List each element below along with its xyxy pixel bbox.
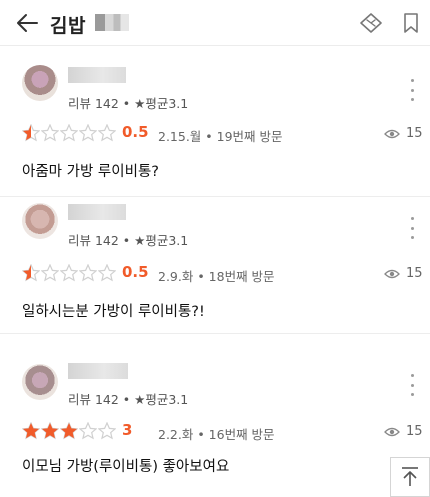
visit-info: 2.2.화 • 16번째 방문 (158, 427, 275, 442)
back-button[interactable] (12, 8, 42, 38)
star-rating (22, 124, 116, 142)
view-count-value: 15 (406, 126, 423, 141)
review-item: 리뷰 142 • ★평균3.1 0.5 2.15.월 • 19번째 방문 15 … (0, 47, 430, 197)
top-bar: 김밥 (0, 0, 430, 46)
star-icon (60, 264, 78, 282)
avatar[interactable] (22, 203, 58, 239)
eye-icon (384, 129, 400, 138)
view-count: 15 (384, 266, 423, 281)
user-meta: 리뷰 142 • ★평균3.1 (68, 233, 189, 248)
review-item: 리뷰 142 • ★평균3.1 0.5 2.9.화 • 18번째 방문 15 일… (0, 184, 430, 334)
bookmark-button[interactable] (400, 11, 422, 35)
star-icon (98, 264, 116, 282)
eye-icon (384, 427, 400, 436)
star-icon (22, 422, 40, 440)
review-text: 이모님 가방(루이비통) 좋아보여요 (22, 459, 230, 475)
rating-score: 0.5 (122, 263, 149, 281)
review-text: 일하시는분 가방이 루이비통?! (22, 304, 205, 320)
more-options-button[interactable] (405, 79, 419, 101)
rating-score: 0.5 (122, 123, 149, 141)
review-text: 아줌마 가방 루이비통? (22, 164, 159, 180)
more-options-button[interactable] (405, 374, 419, 396)
visit-info: 2.9.화 • 18번째 방문 (158, 269, 275, 284)
more-icon (410, 217, 414, 220)
eye-icon (384, 269, 400, 278)
user-meta: 리뷰 142 • ★평균3.1 (68, 392, 189, 407)
star-icon (41, 124, 59, 142)
avatar[interactable] (22, 65, 58, 101)
tag-icon (360, 13, 382, 33)
avatar[interactable] (22, 364, 58, 400)
visit-info: 2.15.월 • 19번째 방문 (158, 129, 283, 144)
view-count-value: 15 (406, 266, 423, 281)
scroll-to-top-button[interactable] (390, 457, 430, 497)
star-icon (60, 422, 78, 440)
star-icon (22, 264, 40, 282)
blurred-username (68, 204, 126, 220)
tag-button[interactable] (358, 11, 384, 35)
star-icon (22, 124, 40, 142)
star-icon (60, 124, 78, 142)
more-icon (410, 79, 414, 82)
review-item: 리뷰 142 • ★평균3.1 3 2.2.화 • 16번째 방문 15 이모님… (0, 345, 430, 485)
star-icon (79, 124, 97, 142)
back-arrow-icon (17, 14, 38, 32)
user-meta: 리뷰 142 • ★평균3.1 (68, 96, 189, 111)
view-count: 15 (384, 126, 423, 141)
more-icon (410, 374, 414, 377)
view-count: 15 (384, 424, 423, 439)
star-icon (79, 422, 97, 440)
bookmark-icon (404, 13, 418, 33)
star-icon (79, 264, 97, 282)
star-rating (22, 422, 116, 440)
blurred-username (68, 67, 126, 83)
blurred-username (68, 363, 128, 379)
page-title: 김밥 (50, 15, 86, 37)
view-count-value: 15 (406, 424, 423, 439)
rating-score: 3 (122, 421, 133, 439)
more-options-button[interactable] (405, 217, 419, 239)
blurred-title-suffix (95, 14, 129, 31)
star-icon (98, 422, 116, 440)
star-icon (41, 264, 59, 282)
star-rating (22, 264, 116, 282)
star-icon (41, 422, 59, 440)
star-icon (98, 124, 116, 142)
